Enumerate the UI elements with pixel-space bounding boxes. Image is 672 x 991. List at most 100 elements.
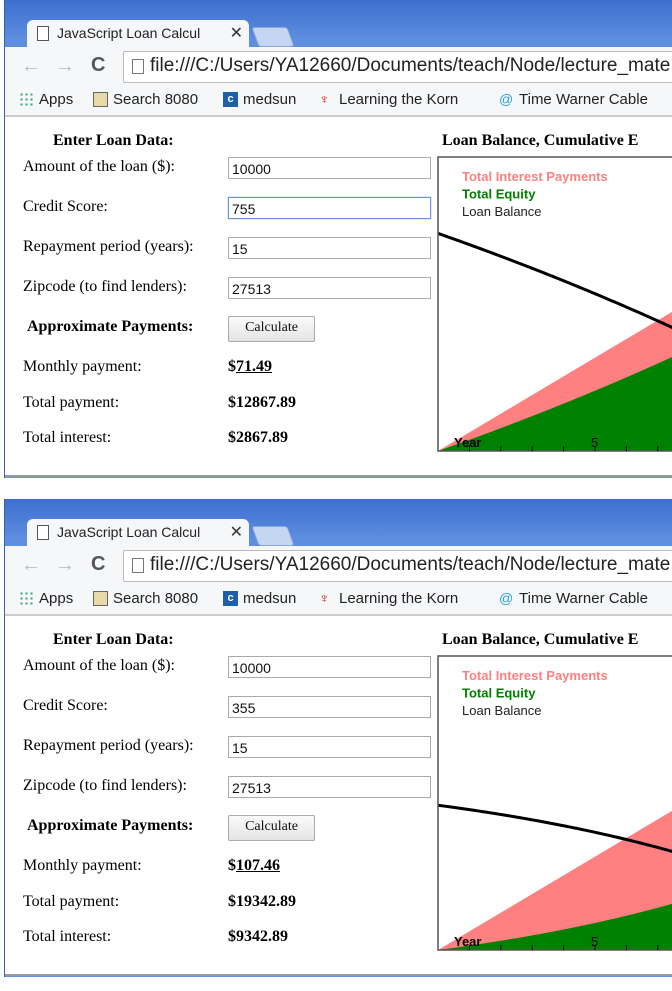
back-icon[interactable]: ← xyxy=(21,55,41,78)
bookmark-label: medsun xyxy=(243,91,297,108)
credit-label: Credit Score: xyxy=(23,198,108,215)
bookmark-time-warner[interactable]: @ Time Warner Cable xyxy=(499,590,648,607)
address-bar[interactable]: file:///C:/Users/YA12660/Documents/teach… xyxy=(123,51,672,83)
chart-title: Loan Balance, Cumulative E xyxy=(442,132,639,149)
legend-item: Loan Balance xyxy=(462,204,542,219)
total-interest-value: $2867.89 xyxy=(228,429,288,446)
payments-heading: Approximate Payments: xyxy=(27,318,194,335)
browser-window: JavaScript Loan Calcul ✕ ← → C file:///C… xyxy=(4,0,672,478)
zipcode-input[interactable]: 27513 xyxy=(228,277,431,299)
spiral-icon: @ xyxy=(499,91,514,107)
zip-label: Zipcode (to find lenders): xyxy=(23,278,187,295)
loan-chart: Total Interest Payments Total Equity Loan … xyxy=(437,655,672,951)
calculate-button[interactable]: Calculate xyxy=(228,815,315,841)
page-icon xyxy=(132,558,144,573)
tab-title: JavaScript Loan Calcul xyxy=(57,524,201,540)
monthly-label: Monthly payment: xyxy=(23,358,142,375)
legend-item: Total Equity xyxy=(462,686,536,701)
total-interest-value: $9342.89 xyxy=(228,928,288,945)
monthly-label: Monthly payment: xyxy=(23,857,142,874)
c-logo-icon: c xyxy=(223,92,238,107)
close-tab-icon[interactable]: ✕ xyxy=(230,522,243,542)
page-content: Enter Loan Data: Amount of the loan ($):… xyxy=(5,616,672,976)
tab-title: JavaScript Loan Calcul xyxy=(57,25,201,41)
browser-window: JavaScript Loan Calcul ✕ ← → C file:///C… xyxy=(4,499,672,977)
reload-icon[interactable]: C xyxy=(91,54,105,77)
bookmarks-bar: Apps Search 8080 c medsun ♆ Learning the K… xyxy=(5,85,672,117)
loan-chart: Total Interest Payments Total Equity Loan … xyxy=(437,156,672,452)
legend-item: Total Equity xyxy=(462,187,536,202)
page-icon xyxy=(37,26,49,41)
amount-input[interactable]: 10000 xyxy=(228,157,431,179)
apps-grid-icon xyxy=(19,92,34,107)
payments-heading: Approximate Payments: xyxy=(27,817,194,834)
total-payment-value: $12867.89 xyxy=(228,394,296,411)
interest-label: Total interest: xyxy=(23,928,112,945)
currency-sign: $ xyxy=(228,857,236,874)
bookmark-apps[interactable]: Apps xyxy=(19,91,73,108)
new-tab-button[interactable] xyxy=(251,526,295,546)
bookmark-medsun[interactable]: c medsun xyxy=(223,590,296,607)
page-icon xyxy=(37,525,49,540)
devil-icon: ♆ xyxy=(319,590,330,606)
bookmark-search-8080[interactable]: Search 8080 xyxy=(93,590,198,607)
bookmark-label: medsun xyxy=(243,590,297,607)
image-icon xyxy=(93,92,108,107)
forward-icon[interactable]: → xyxy=(55,55,75,78)
close-tab-icon[interactable]: ✕ xyxy=(230,23,243,43)
period-label: Repayment period (years): xyxy=(23,737,194,754)
total-label: Total payment: xyxy=(23,394,120,411)
period-input[interactable]: 15 xyxy=(228,237,431,259)
page-icon xyxy=(132,59,144,74)
c-logo-icon: c xyxy=(223,591,238,606)
spiral-icon: @ xyxy=(499,590,514,606)
zip-label: Zipcode (to find lenders): xyxy=(23,777,187,794)
bookmark-label: Learning the Korn xyxy=(339,91,459,108)
bookmark-label: Apps xyxy=(39,91,74,108)
bookmark-learning-korn[interactable]: ♆ Learning the Korn xyxy=(319,91,469,108)
toolbar: ← → C file:///C:/Users/YA12660/Documents… xyxy=(5,546,672,584)
amount-label: Amount of the loan ($): xyxy=(23,158,175,175)
credit-score-input[interactable]: 755 xyxy=(228,197,431,219)
forward-icon[interactable]: → xyxy=(55,554,75,577)
legend-item: Total Interest Payments xyxy=(462,169,608,184)
monthly-payment-value: $107.46 xyxy=(228,857,280,875)
page-content: Enter Loan Data: Amount of the loan ($):… xyxy=(5,117,672,477)
legend-item: Total Interest Payments xyxy=(462,668,608,683)
total-payment-value: $19342.89 xyxy=(228,893,296,910)
devil-icon: ♆ xyxy=(319,91,330,107)
address-bar[interactable]: file:///C:/Users/YA12660/Documents/teach… xyxy=(123,550,672,582)
browser-tab[interactable]: JavaScript Loan Calcul ✕ xyxy=(27,20,249,48)
x-tick-label: 5 xyxy=(591,934,598,949)
form-heading: Enter Loan Data: xyxy=(53,631,174,648)
back-icon[interactable]: ← xyxy=(21,554,41,577)
bookmark-label: Search 8080 xyxy=(113,590,199,607)
new-tab-button[interactable] xyxy=(251,27,295,47)
apps-grid-icon xyxy=(19,591,34,606)
period-label: Repayment period (years): xyxy=(23,238,194,255)
currency-sign: $ xyxy=(228,358,236,375)
bookmark-learning-korn[interactable]: ♆ Learning the Korn xyxy=(319,590,469,607)
bookmark-label: Learning the Korn xyxy=(339,590,459,607)
bookmark-medsun[interactable]: c medsun xyxy=(223,91,296,108)
interest-label: Total interest: xyxy=(23,429,112,446)
bookmark-label: Time Warner Cable xyxy=(519,590,648,607)
form-heading: Enter Loan Data: xyxy=(53,132,174,149)
zipcode-input[interactable]: 27513 xyxy=(228,776,431,798)
reload-icon[interactable]: C xyxy=(91,553,105,576)
chart-title: Loan Balance, Cumulative E xyxy=(442,631,639,648)
credit-score-input[interactable]: 355 xyxy=(228,696,431,718)
monthly-amount: 71.49 xyxy=(236,358,272,375)
period-input[interactable]: 15 xyxy=(228,736,431,758)
url-text: file:///C:/Users/YA12660/Documents/teach… xyxy=(150,55,671,76)
amount-input[interactable]: 10000 xyxy=(228,656,431,678)
x-axis-label: Year xyxy=(454,435,481,450)
bookmark-search-8080[interactable]: Search 8080 xyxy=(93,91,198,108)
bookmark-apps[interactable]: Apps xyxy=(19,590,73,607)
browser-tab[interactable]: JavaScript Loan Calcul ✕ xyxy=(27,519,249,547)
bookmark-time-warner[interactable]: @ Time Warner Cable xyxy=(499,91,648,108)
monthly-payment-value: $71.49 xyxy=(228,358,272,376)
calculate-button[interactable]: Calculate xyxy=(228,316,315,342)
bookmark-label: Apps xyxy=(39,590,74,607)
x-axis-label: Year xyxy=(454,934,481,949)
